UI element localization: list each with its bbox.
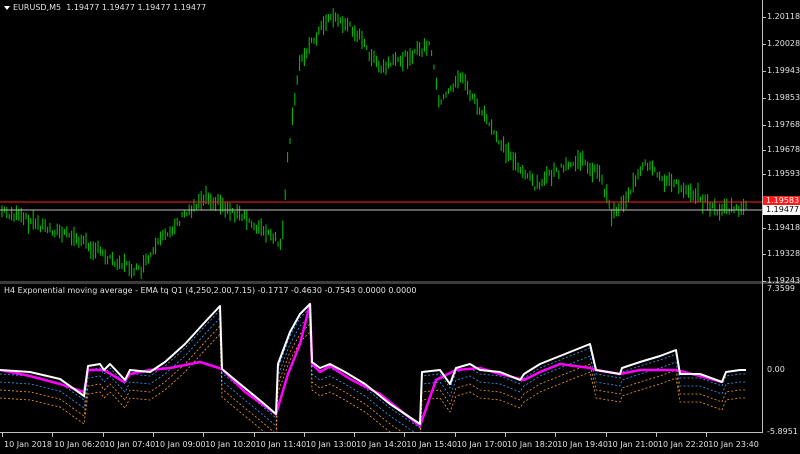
time-axis-label: 10 Jan 22:20 [657,440,709,449]
time-axis-label: 10 Jan 14:20 [356,440,407,449]
time-axis-tick [253,433,255,437]
price-axis-tick [763,281,766,282]
price-axis-label: 1.19593 [767,169,800,178]
price-axis-tick [763,150,766,151]
ema-line-orange [0,323,746,432]
time-axis-tick [505,433,506,437]
mt4-chart-window[interactable]: EURUSD,M5 1.19477 1.19477 1.19477 1.1947… [0,0,800,454]
time-axis-label: 10 Jan 07:40 [104,440,156,449]
price-axis-tick [763,228,766,229]
price-axis-label: 1.19418 [767,223,800,232]
price-axis-label: 1.19678 [767,145,800,154]
indicator-axis-label: 0.00 [767,365,785,374]
time-axis-tick [52,433,54,437]
time-axis-label: 10 Jan 15:40 [406,440,458,449]
price-axis-tick [763,71,766,72]
time-axis-tick [655,433,657,437]
price-axis-label: 1.19328 [767,249,800,258]
indicator-axis-label: -5.8951 [767,427,798,436]
time-axis-label: 10 Jan 17:00 [456,440,508,449]
price-axis-label: 1.19768 [767,120,800,129]
time-axis-label: 10 Jan 19:40 [557,440,608,449]
time-axis-line [0,432,763,433]
price-axis-line [762,0,763,432]
ema-line-blue [0,307,746,429]
price-axis-label: 1.19943 [767,66,800,75]
indicator-lines [0,302,746,432]
price-axis-tick [763,254,766,255]
time-axis-label: 10 Jan 09:00 [154,440,206,449]
time-axis-tick [2,433,3,437]
time-axis-tick [354,433,356,437]
time-axis-tick [152,433,154,437]
symbol-label: EURUSD,M5 [13,3,62,12]
time-axis-tick [454,433,456,437]
price-axis-label: 1.19853 [767,93,800,102]
chart-title: EURUSD,M5 1.19477 1.19477 1.19477 1.1947… [4,3,206,12]
time-axis-tick [102,433,104,437]
time-axis-label: 10 Jan 21:00 [607,440,659,449]
ema-line-white [0,303,746,425]
time-axis-tick [404,433,406,437]
price-bars [0,8,762,280]
time-axis-label: 10 Jan 18:20 [507,440,558,449]
time-axis-label: 10 Jan 23:40 [708,440,759,449]
time-axis-label: 10 Jan 13:00 [305,440,357,449]
time-axis-label: 10 Jan 2018 [4,440,52,449]
indicator-title: H4 Exponential moving average - EMA tq Q… [4,286,417,295]
time-axis-tick [605,433,607,437]
price-axis-tick [763,98,766,99]
time-axis-tick [706,433,708,437]
time-axis-label: 10 Jan 10:20 [205,440,256,449]
dropdown-triangle-icon[interactable] [4,5,10,10]
ema-line-orange-2 [0,331,746,432]
price-axis-label: 1.20118 [767,12,800,21]
price-axis-tick [763,174,766,175]
time-axis-tick [303,433,305,437]
bid-price-tag: 1.19477 [763,205,800,215]
price-axis-tick [763,17,766,18]
indicator-axis-label: 7.3599 [767,284,795,293]
time-axis-tick [555,433,557,437]
time-axis-tick [203,433,205,437]
ohlc-label: 1.19477 1.19477 1.19477 1.19477 [66,3,207,12]
price-axis-tick [763,125,766,126]
price-axis-tick [763,44,766,45]
price-axis-label: 1.20028 [767,39,800,48]
time-axis-label: 10 Jan 06:20 [54,440,105,449]
time-axis-label: 10 Jan 11:40 [255,440,307,449]
